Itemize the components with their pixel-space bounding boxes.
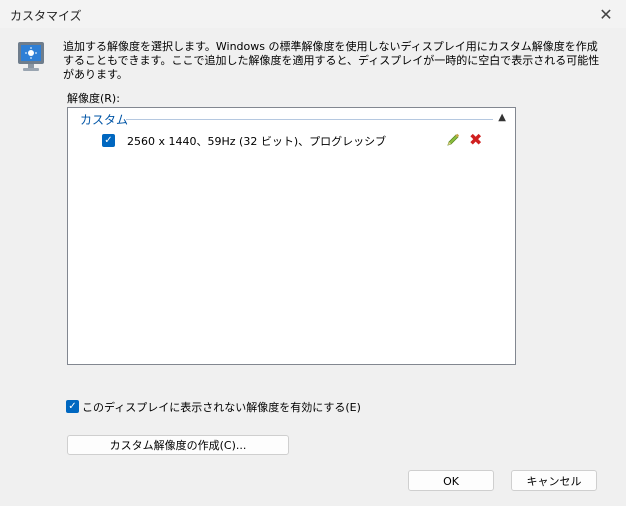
delete-icon[interactable]: ✖: [469, 130, 482, 149]
resolution-listbox[interactable]: カスタム ▲ ✓ 2560 x 1440、59Hz (32 ビット)、プログレッ…: [67, 107, 516, 365]
enable-hidden-checkbox[interactable]: ✓: [66, 400, 79, 413]
monitor-icon: [17, 41, 45, 73]
create-custom-resolution-button[interactable]: カスタム解像度の作成(C)...: [67, 435, 289, 455]
edit-pencil-icon[interactable]: [445, 132, 461, 148]
resolution-checkbox[interactable]: ✓: [102, 134, 115, 147]
title-bar: カスタマイズ ✕: [0, 0, 626, 28]
group-divider: [126, 119, 493, 120]
ok-button[interactable]: OK: [408, 470, 494, 491]
resolution-label: 解像度(R):: [67, 92, 120, 105]
list-item[interactable]: ✓ 2560 x 1440、59Hz (32 ビット)、プログレッシブ ✖: [101, 130, 511, 151]
cancel-button[interactable]: キャンセル: [511, 470, 597, 491]
close-icon[interactable]: ✕: [586, 0, 626, 28]
resolution-item-label: 2560 x 1440、59Hz (32 ビット)、プログレッシブ: [127, 135, 387, 148]
description-text: 追加する解像度を選択します。Windows の標準解像度を使用しないディスプレイ…: [63, 40, 600, 81]
window-title: カスタマイズ: [10, 9, 82, 23]
group-header-custom: カスタム: [80, 113, 129, 127]
chevron-up-icon[interactable]: ▲: [498, 112, 506, 123]
enable-hidden-label: このディスプレイに表示されない解像度を有効にする(E): [82, 401, 361, 414]
